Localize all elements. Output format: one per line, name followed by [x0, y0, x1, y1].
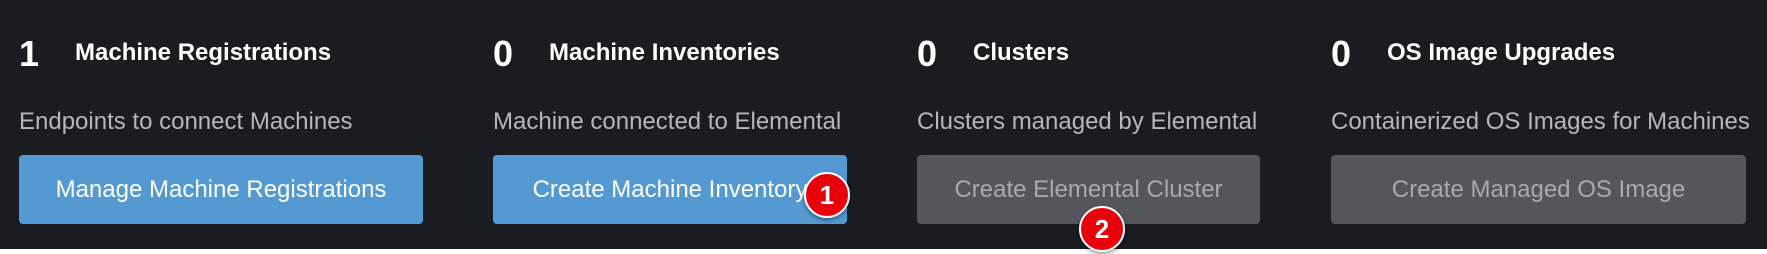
- os-image-upgrades-description: Containerized OS Images for Machines: [1331, 108, 1750, 135]
- clusters-description: Clusters managed by Elemental: [917, 108, 1258, 135]
- manage-machine-registrations-button[interactable]: Manage Machine Registrations: [19, 155, 423, 224]
- machine-inventories-description: Machine connected to Elemental: [493, 108, 842, 135]
- machine-registrations-title: Machine Registrations: [75, 39, 332, 66]
- clusters-title: Clusters: [973, 39, 1070, 66]
- create-machine-inventory-button[interactable]: Create Machine Inventory: [493, 155, 847, 224]
- clusters-count: 0: [917, 33, 938, 74]
- os-image-upgrades-count: 0: [1331, 33, 1352, 74]
- machine-registrations-count: 1: [19, 33, 40, 74]
- machine-inventories-title: Machine Inventories: [549, 39, 780, 66]
- elemental-dashboard-panel: 1 Machine Registrations Endpoints to con…: [0, 0, 1767, 249]
- annotation-marker-1: 1: [804, 172, 850, 218]
- machine-registrations-description: Endpoints to connect Machines: [19, 108, 353, 135]
- machine-inventories-count: 0: [493, 33, 514, 74]
- annotation-marker-2: 2: [1079, 206, 1125, 252]
- os-image-upgrades-title: OS Image Upgrades: [1387, 39, 1616, 66]
- create-managed-os-image-button[interactable]: Create Managed OS Image: [1331, 155, 1746, 224]
